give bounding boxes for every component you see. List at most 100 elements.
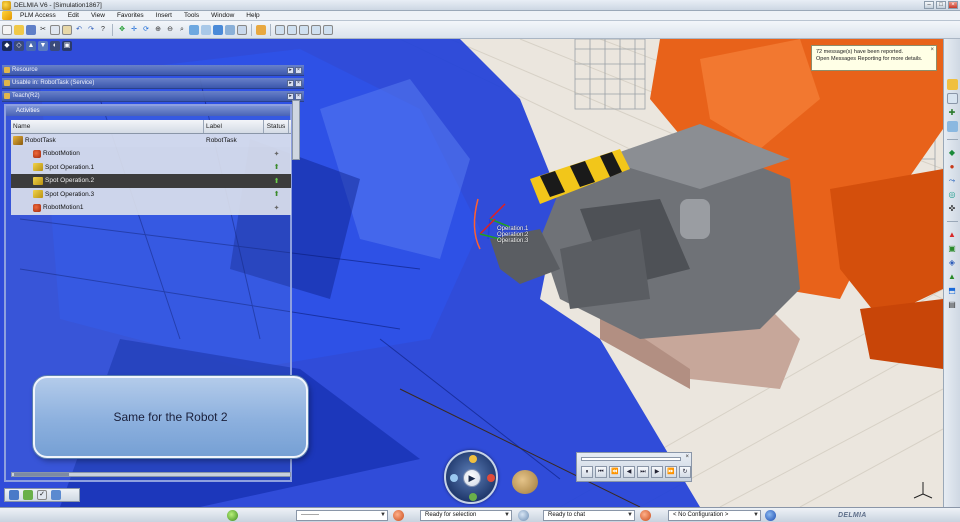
pan-icon[interactable]: ✛: [129, 25, 139, 35]
column-label[interactable]: Label: [204, 120, 264, 133]
properties-icon[interactable]: ▤: [947, 299, 958, 310]
simulation-dial[interactable]: ▶: [444, 450, 498, 504]
table-row[interactable]: Spot Operation.3 ⬆: [11, 187, 291, 201]
fit-all-icon[interactable]: ✥: [117, 25, 127, 35]
zoom-area-icon[interactable]: ⌕: [177, 25, 187, 35]
open-icon[interactable]: [14, 24, 24, 35]
pause-button[interactable]: ⏸: [581, 466, 593, 478]
scrollbar-thumb[interactable]: [14, 473, 69, 476]
maximize-button[interactable]: □: [936, 1, 946, 9]
clash-icon[interactable]: ▣: [947, 243, 958, 254]
iso-view-icon[interactable]: [201, 24, 211, 35]
status-field-selection[interactable]: Ready for selection ▼: [420, 510, 512, 521]
spot-weld-icon[interactable]: ●: [947, 161, 958, 172]
compass-menu-icon[interactable]: [2, 11, 12, 20]
play-forward-button[interactable]: ▶: [651, 466, 663, 478]
table-row[interactable]: Spot Operation.2 ⬆: [11, 174, 291, 188]
horizontal-scrollbar[interactable]: [11, 472, 291, 477]
view-icon-e[interactable]: ◐: [50, 41, 60, 51]
table-row[interactable]: RobotMotion ✦: [11, 147, 291, 161]
strip-expand-button[interactable]: ▸: [287, 79, 294, 87]
dial-top-icon[interactable]: [469, 455, 477, 463]
panel-strip-resource[interactable]: Resource ▸ ×: [2, 65, 304, 76]
strip-expand-button[interactable]: ▸: [287, 66, 294, 74]
tool-a-icon[interactable]: [275, 24, 285, 35]
step-forward-button[interactable]: ⏩: [665, 466, 677, 478]
undo-icon[interactable]: ↶: [74, 25, 84, 35]
export-icon[interactable]: ⬒: [947, 285, 958, 296]
sim-check-icon[interactable]: ✓: [37, 490, 47, 500]
snap-icon[interactable]: [946, 93, 958, 104]
view-icon-f[interactable]: ▣: [62, 41, 72, 51]
cycle-icon[interactable]: ◎: [947, 189, 958, 200]
tool-b-icon[interactable]: [287, 24, 297, 35]
chevron-down-icon[interactable]: ▼: [380, 511, 386, 520]
strip-close-button[interactable]: ×: [295, 66, 302, 74]
menu-favorites[interactable]: Favorites: [111, 12, 150, 19]
status-field-configuration[interactable]: < No Configuration > ▼: [668, 510, 761, 521]
go-to-end-button[interactable]: ⏭: [637, 466, 649, 478]
add-operation-icon[interactable]: ◆: [947, 147, 958, 158]
menu-view[interactable]: View: [85, 12, 111, 19]
vertical-scrollbar[interactable]: [292, 100, 300, 160]
message-notification[interactable]: × 72 message(s) have been reported. Open…: [811, 45, 937, 71]
strip-expand-button[interactable]: ▸: [287, 92, 294, 100]
menu-insert[interactable]: Insert: [150, 12, 178, 19]
new-icon[interactable]: [2, 24, 12, 35]
save-icon[interactable]: [26, 24, 36, 35]
reach-icon[interactable]: ▲: [947, 229, 958, 240]
table-row[interactable]: RobotMotion1 ✦: [11, 201, 291, 215]
tool-c-icon[interactable]: [299, 24, 309, 35]
cut-icon[interactable]: ✂: [38, 25, 48, 35]
strip-close-button[interactable]: ×: [295, 92, 302, 100]
dial-right-icon[interactable]: [487, 474, 495, 482]
menu-window[interactable]: Window: [205, 12, 240, 19]
help-icon[interactable]: ?: [98, 25, 108, 35]
status-icon-green[interactable]: [227, 510, 238, 521]
paste-icon[interactable]: [62, 24, 72, 35]
sim-process-icon[interactable]: [23, 490, 33, 500]
teach-icon[interactable]: [946, 121, 958, 132]
column-name[interactable]: Name: [11, 120, 204, 133]
normal-view-icon[interactable]: [189, 24, 199, 35]
play-backward-button[interactable]: ◀: [623, 466, 635, 478]
view-icon-c[interactable]: ▲: [26, 41, 36, 51]
redo-icon[interactable]: ↷: [86, 25, 96, 35]
loop-button[interactable]: ↻: [679, 466, 691, 478]
chevron-down-icon[interactable]: ▼: [627, 511, 633, 520]
view-icon-a[interactable]: ◆: [2, 41, 12, 51]
step-back-button[interactable]: ⏪: [609, 466, 621, 478]
menu-help[interactable]: Help: [240, 12, 265, 19]
selection-icon[interactable]: [393, 510, 404, 521]
player-close-icon[interactable]: ×: [685, 454, 689, 460]
menu-edit[interactable]: Edit: [62, 12, 85, 19]
panel-strip-usable-in[interactable]: Usable in: RobotTask (Service) ▸ ×: [2, 78, 304, 89]
chevron-down-icon[interactable]: ▼: [504, 511, 510, 520]
go-to-start-button[interactable]: ⏮: [595, 466, 607, 478]
column-status[interactable]: Status: [264, 120, 289, 133]
dial-bottom-icon[interactable]: [469, 493, 477, 501]
hide-show-icon[interactable]: [225, 24, 235, 35]
zoom-in-icon[interactable]: ⊕: [153, 25, 163, 35]
strip-close-button[interactable]: ×: [295, 79, 302, 87]
tag-icon[interactable]: ✜: [947, 203, 958, 214]
minimize-button[interactable]: –: [924, 1, 934, 9]
message-close-icon[interactable]: ×: [930, 47, 934, 54]
tool-d-icon[interactable]: [311, 24, 321, 35]
analysis-icon[interactable]: ▲: [947, 271, 958, 282]
panel-strip-teach[interactable]: Teach(R2) ▸ ×: [2, 91, 304, 102]
dial-left-icon[interactable]: [450, 474, 458, 482]
configuration-icon[interactable]: [640, 510, 651, 521]
zoom-out-icon[interactable]: ⊖: [165, 25, 175, 35]
path-icon[interactable]: ⤳: [947, 175, 958, 186]
view-icon-b[interactable]: ◇: [14, 41, 24, 51]
close-button[interactable]: ×: [948, 1, 958, 9]
sim-robot-icon[interactable]: [9, 490, 19, 500]
table-row[interactable]: RobotTask RobotTask: [11, 133, 291, 147]
status-field-1[interactable]: --------- ▼: [296, 510, 388, 521]
tool-e-icon[interactable]: [323, 24, 333, 35]
chevron-down-icon[interactable]: ▼: [753, 511, 759, 520]
menu-tools[interactable]: Tools: [178, 12, 205, 19]
timeline-slider[interactable]: [581, 457, 681, 461]
sim-output-icon[interactable]: [51, 490, 61, 500]
